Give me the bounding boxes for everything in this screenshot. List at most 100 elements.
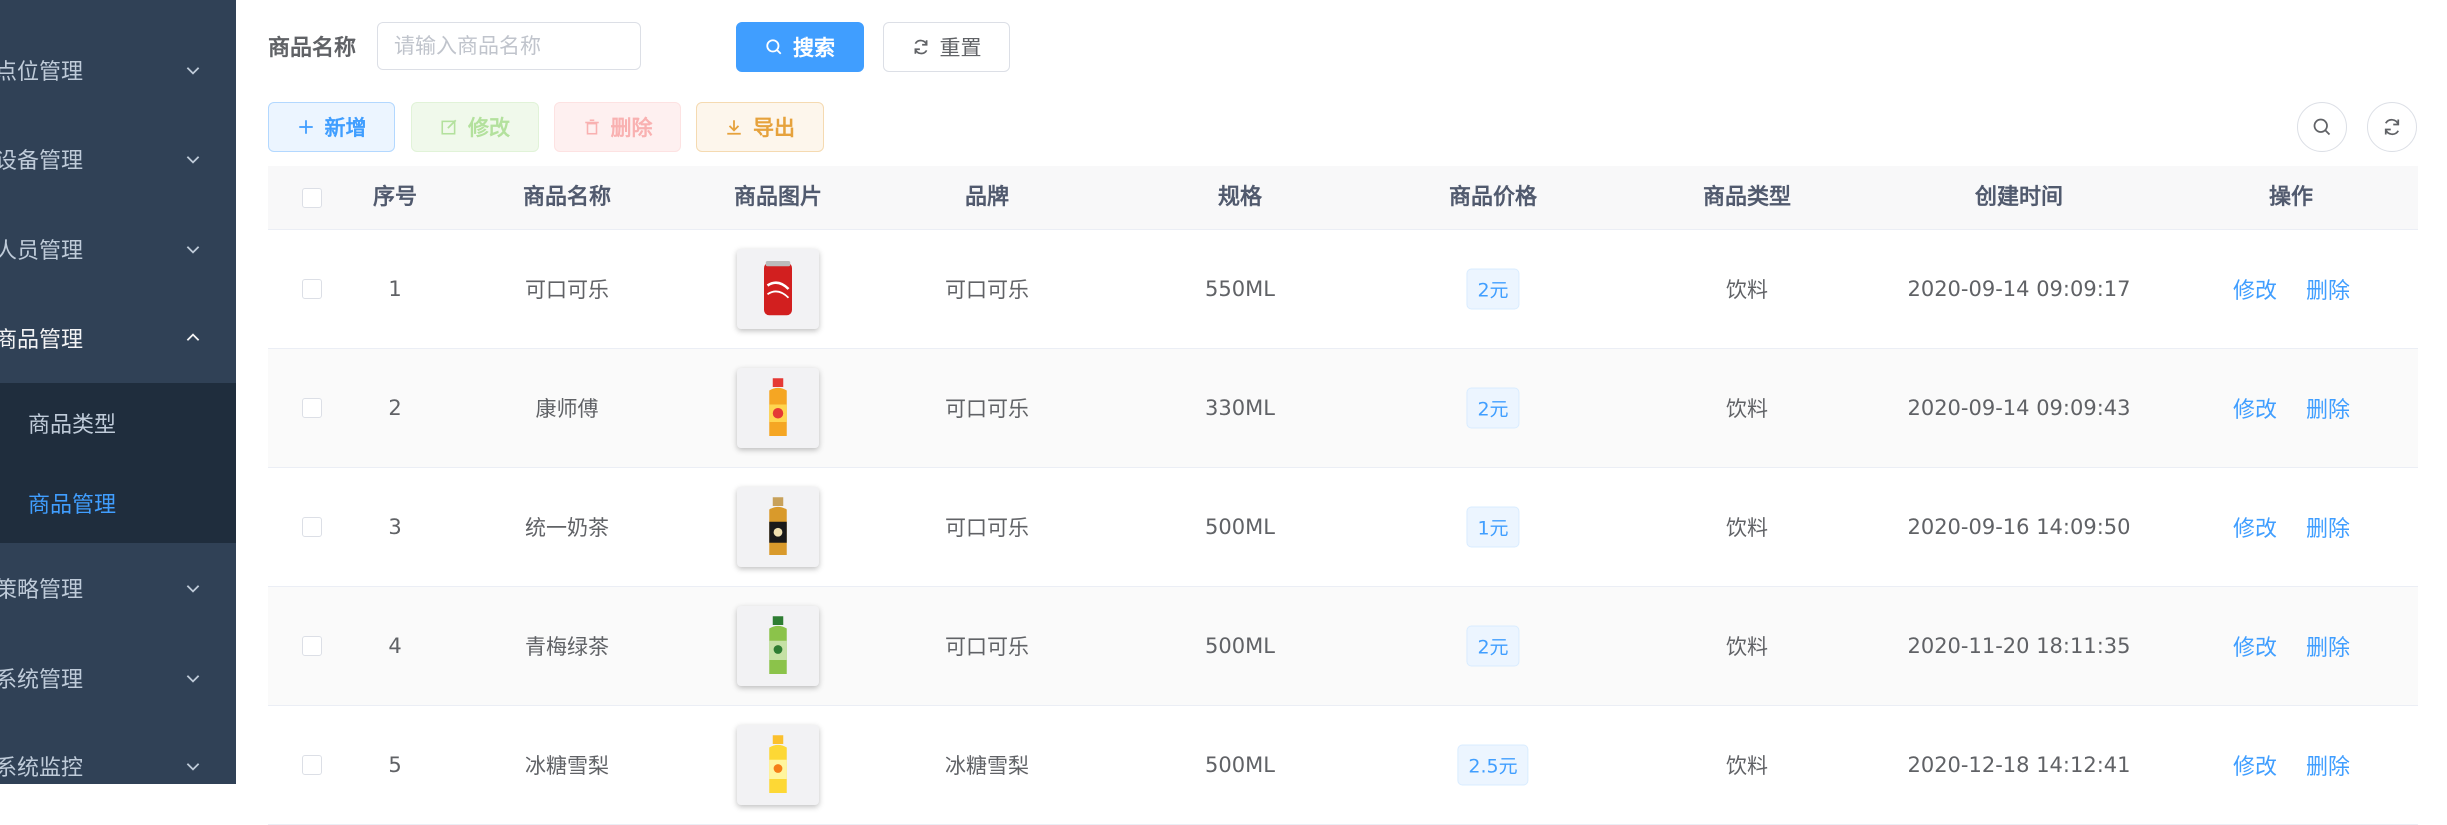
menu-item-point[interactable]: 点位管理 [0,28,236,112]
row-edit-link[interactable]: 修改 [2233,273,2277,305]
cell-type: 饮料 [1726,278,1768,302]
cell-created: 2020-09-14 09:09:17 [1907,277,2131,301]
table-row: 5 冰糖雪梨 冰糖雪梨 500ML 2.5元 饮料 2020-12-18 14:… [268,706,2418,825]
row-checkbox[interactable] [302,636,322,656]
add-button[interactable]: 新增 [268,102,395,152]
delete-button-label: 删除 [610,116,653,140]
table-header: 序号 商品名称 商品图片 品牌 规格 商品价格 商品类型 创建时间 操作 [268,166,2418,230]
row-delete-link[interactable]: 删除 [2306,630,2350,662]
header-spec: 规格 [1217,185,1263,210]
price-tag: 1元 [1466,506,1520,548]
delete-button[interactable]: 删除 [554,102,681,152]
price-tag: 2元 [1466,268,1520,310]
green-tea-bottle-icon[interactable] [737,606,819,686]
header-actions: 操作 [2268,185,2314,210]
menu-label: 系统管理 [0,668,84,693]
row-checkbox[interactable] [302,279,322,299]
milk-tea-bottle-icon[interactable] [737,487,819,567]
row-delete-link[interactable]: 删除 [2306,273,2350,305]
refresh-table-button[interactable] [2367,102,2417,152]
price-tag: 2元 [1466,625,1520,667]
download-icon [727,120,741,135]
menu-item-system[interactable]: 系统管理 [0,636,236,720]
cell-spec: 500ML [1205,753,1275,777]
edit-button[interactable]: 修改 [411,102,539,152]
cell-name: 青梅绿茶 [525,635,609,659]
cell-spec: 500ML [1205,515,1275,539]
trash-icon [584,119,599,135]
menu-label: 系统监控 [0,756,84,781]
toggle-search-button[interactable] [2297,102,2347,152]
search-input[interactable] [377,22,641,70]
table-row: 2 康师傅 可口可乐 330ML 2元 饮料 2020-09-14 09:09:… [268,349,2418,468]
submenu-label: 商品类型 [28,413,117,438]
row-delete-link[interactable]: 删除 [2306,392,2350,424]
row-edit-link[interactable]: 修改 [2233,630,2277,662]
menu-item-strategy[interactable]: 策略管理 [0,546,236,630]
search-label: 商品名称 [268,36,357,61]
orange-drink-bottle-icon[interactable] [737,368,819,448]
table-row: 4 青梅绿茶 可口可乐 500ML 2元 饮料 2020-11-20 18:11… [268,587,2418,706]
cell-brand: 冰糖雪梨 [945,754,1029,778]
cell-spec: 550ML [1205,277,1275,301]
cell-index: 3 [388,515,402,539]
cell-type: 饮料 [1726,635,1768,659]
goods-submenu: 商品类型 商品管理 [0,383,236,543]
row-checkbox[interactable] [302,398,322,418]
header-image: 商品图片 [733,185,823,210]
search-icon [766,39,782,55]
chevron-down-icon [186,585,200,593]
row-delete-link[interactable]: 删除 [2306,511,2350,543]
row-checkbox[interactable] [302,755,322,775]
menu-label: 设备管理 [0,149,84,174]
submenu-item-goods-manage[interactable]: 商品管理 [0,463,236,543]
menu-item-personnel[interactable]: 人员管理 [0,207,236,291]
cell-created: 2020-11-20 18:11:35 [1907,634,2131,658]
cell-brand: 可口可乐 [945,278,1029,302]
main-content: 商品名称 搜索 重置 新增 修改 删除 导出 序号 商品名称 商品图片 品牌 [236,0,2447,825]
add-button-label: 新增 [324,116,367,140]
search-icon [2313,118,2331,136]
row-delete-link[interactable]: 删除 [2306,749,2350,781]
menu-item-device[interactable]: 设备管理 [0,117,236,201]
select-all-checkbox[interactable] [302,187,322,208]
cell-spec: 500ML [1205,634,1275,658]
refresh-icon [2384,118,2400,136]
search-button[interactable]: 搜索 [736,22,864,72]
cell-index: 1 [388,277,402,301]
menu-item-goods[interactable]: 商品管理 [0,296,236,380]
sidebar: 点位管理 设备管理 人员管理 商品管理 商品类型 商品管理 策略管理 系统管理 … [0,0,236,784]
price-tag: 2.5元 [1457,744,1529,786]
cell-created: 2020-12-18 14:12:41 [1907,753,2131,777]
menu-label: 策略管理 [0,578,84,603]
header-price: 商品价格 [1448,185,1538,210]
menu-item-monitor[interactable]: 系统监控 [0,724,236,784]
cell-created: 2020-09-16 14:09:50 [1907,515,2131,539]
cell-type: 饮料 [1726,754,1768,778]
submenu-item-goods-type[interactable]: 商品类型 [0,383,236,463]
cell-type: 饮料 [1726,516,1768,540]
cell-index: 4 [388,634,402,658]
table-row: 3 统一奶茶 可口可乐 500ML 1元 饮料 2020-09-16 14:09… [268,468,2418,587]
menu-label: 商品管理 [0,328,84,353]
reset-button[interactable]: 重置 [883,22,1010,72]
cell-brand: 可口可乐 [945,516,1029,540]
export-button-label: 导出 [753,116,795,140]
cell-created: 2020-09-14 09:09:43 [1907,396,2131,420]
cell-type: 饮料 [1726,397,1768,421]
pear-drink-bottle-icon[interactable] [737,725,819,805]
row-edit-link[interactable]: 修改 [2233,749,2277,781]
header-index: 序号 [372,185,418,210]
chevron-down-icon [186,67,200,75]
row-edit-link[interactable]: 修改 [2233,392,2277,424]
cell-index: 5 [388,753,402,777]
row-checkbox[interactable] [302,517,322,537]
cell-name: 康师傅 [535,397,599,421]
submenu-label: 商品管理 [28,493,117,518]
chevron-down-icon [186,763,200,771]
row-edit-link[interactable]: 修改 [2233,511,2277,543]
cola-can-icon[interactable] [737,249,819,329]
plus-icon [298,120,313,134]
cell-name: 冰糖雪梨 [525,754,609,778]
export-button[interactable]: 导出 [696,102,824,152]
